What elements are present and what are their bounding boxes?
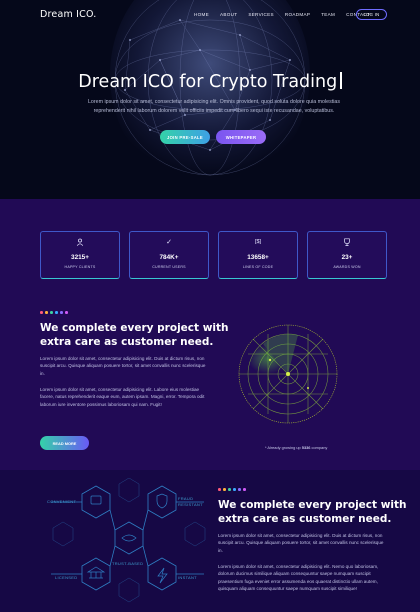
caption-value: 5336 — [301, 445, 311, 450]
caption-prefix: * Already growing up — [265, 445, 301, 450]
heading-line: We complete every project with — [40, 322, 229, 334]
hex-label-convenient: CONVENIENT — [47, 499, 77, 504]
section-paragraph: Lorem ipsum dolor sit amet, consectetur … — [218, 564, 379, 592]
nav-about[interactable]: ABOUT — [220, 12, 237, 17]
stat-value: 23+ — [341, 254, 353, 261]
nav-home[interactable]: HOME — [194, 12, 209, 17]
code-icon: [$] — [254, 239, 262, 245]
hero-subtitle: Lorem ipsum dolor sit amet, consectetur … — [87, 99, 341, 114]
whitepaper-button[interactable]: WHITEPAPER — [216, 130, 266, 144]
stat-card-clients: 3215+ HAPPY CLIENTS — [40, 231, 120, 279]
caption-suffix: company — [311, 445, 328, 450]
heading-line: We complete every project with — [218, 499, 407, 511]
section-heading: We complete every project with extra car… — [40, 322, 228, 349]
stat-label: HAPPY CLIENTS — [64, 265, 96, 269]
nav-roadmap[interactable]: ROADMAP — [285, 12, 310, 17]
section-paragraph: Lorem ipsum dolor sit amet, consectetur … — [40, 387, 205, 407]
join-presale-button[interactable]: JOIN PRE-SALE — [160, 130, 210, 144]
section-dots — [218, 488, 246, 491]
trophy-icon — [308, 238, 386, 248]
login-button[interactable]: LOG IN — [356, 9, 387, 20]
stat-value: 784K+ — [159, 254, 179, 261]
hex-label-fraud-resistant: FRAUD RESISTANT — [178, 496, 203, 507]
nav-team[interactable]: TEAM — [321, 12, 335, 17]
stat-value: 3215+ — [71, 254, 89, 261]
heading-line: extra care as customer need. — [218, 512, 392, 525]
hex-label-licensed: LICENSED — [55, 575, 78, 580]
nav-services[interactable]: SERVICES — [248, 12, 274, 17]
user-icon — [41, 238, 119, 248]
section-dots — [40, 311, 68, 314]
site-logo[interactable]: Dream ICO. — [40, 9, 97, 20]
section-paragraph: Lorem ipsum dolor sit amet, consectetur … — [40, 356, 206, 376]
main-nav: HOME ABOUT SERVICES ROADMAP TEAM CONTACT — [194, 12, 370, 17]
stat-card-awards: 23+ AWARDS WON — [307, 231, 387, 279]
heading-line: extra care as customer need. — [40, 335, 214, 348]
hero-title-text: Dream ICO for Crypto Trading — [78, 72, 338, 92]
stat-label: CURRENT USERS — [152, 265, 186, 269]
hex-label-instant: INSTANT — [178, 575, 197, 580]
typing-caret — [340, 72, 342, 89]
stat-label: LINES OF CODE — [242, 265, 274, 269]
section-paragraph: Lorem ipsum dolor sit amet, consectetur … — [218, 533, 384, 553]
stat-label: AWARDS WON — [333, 265, 361, 269]
section-heading: We complete every project with extra car… — [218, 499, 406, 526]
stat-card-users: ✓ 784K+ CURRENT USERS — [129, 231, 209, 279]
hero-section: Dream ICO. HOME ABOUT SERVICES ROADMAP T… — [0, 0, 420, 199]
hero-title: Dream ICO for Crypto Trading — [0, 72, 420, 92]
stat-card-code: [$] 13658+ LINES OF CODE — [218, 231, 298, 279]
read-more-button[interactable]: READ MORE — [40, 436, 89, 450]
growth-caption: * Already growing up 5336 company — [265, 445, 327, 450]
check-icon: ✓ — [166, 239, 172, 246]
radar-illustration — [238, 324, 338, 424]
stat-value: 13658+ — [247, 254, 269, 261]
hex-label-trust-based: TRUST-BASED — [112, 561, 144, 566]
